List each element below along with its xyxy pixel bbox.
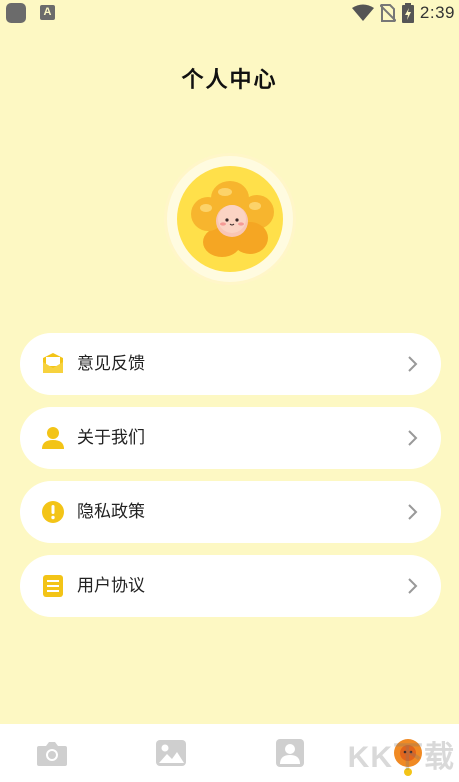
no-sim-icon xyxy=(379,4,396,22)
app-icon xyxy=(6,3,26,23)
menu-item-label: 关于我们 xyxy=(77,428,145,448)
menu-item-feedback[interactable]: 意见反馈 xyxy=(20,333,441,395)
menu-item-label: 隐私政策 xyxy=(77,502,145,522)
menu-item-label: 用户协议 xyxy=(77,576,145,596)
person-icon xyxy=(42,427,64,449)
feedback-envelope-icon xyxy=(43,353,63,373)
bottom-nav: KK下载 xyxy=(0,724,459,782)
tab-camera-icon[interactable] xyxy=(35,738,69,768)
tab-portrait-icon[interactable] xyxy=(273,738,307,768)
flower-avatar-icon xyxy=(191,181,274,257)
menu-item-about-us[interactable]: 关于我们 xyxy=(20,407,441,469)
avatar[interactable] xyxy=(167,156,293,282)
battery-charging-icon xyxy=(401,3,414,23)
alert-circle-icon xyxy=(42,501,64,523)
menu-item-user-agreement[interactable]: 用户协议 xyxy=(20,555,441,617)
chevron-right-icon xyxy=(408,504,418,520)
watermark: KK下载 xyxy=(347,741,455,774)
status-time: 2:39 xyxy=(419,3,455,22)
wifi-icon xyxy=(351,4,374,21)
status-bar: A 2:39 xyxy=(0,0,459,26)
menu-list: 意见反馈 关于我们 隐私政策 用户协议 xyxy=(20,333,441,629)
page-title: 个人中心 xyxy=(181,68,278,93)
a-icon: A xyxy=(40,5,55,20)
tab-image-icon[interactable] xyxy=(154,738,188,768)
chevron-right-icon xyxy=(408,430,418,446)
document-icon xyxy=(43,575,63,597)
menu-item-label: 意见反馈 xyxy=(77,354,145,374)
menu-item-privacy-policy[interactable]: 隐私政策 xyxy=(20,481,441,543)
chevron-right-icon xyxy=(408,578,418,594)
chevron-right-icon xyxy=(408,356,418,372)
